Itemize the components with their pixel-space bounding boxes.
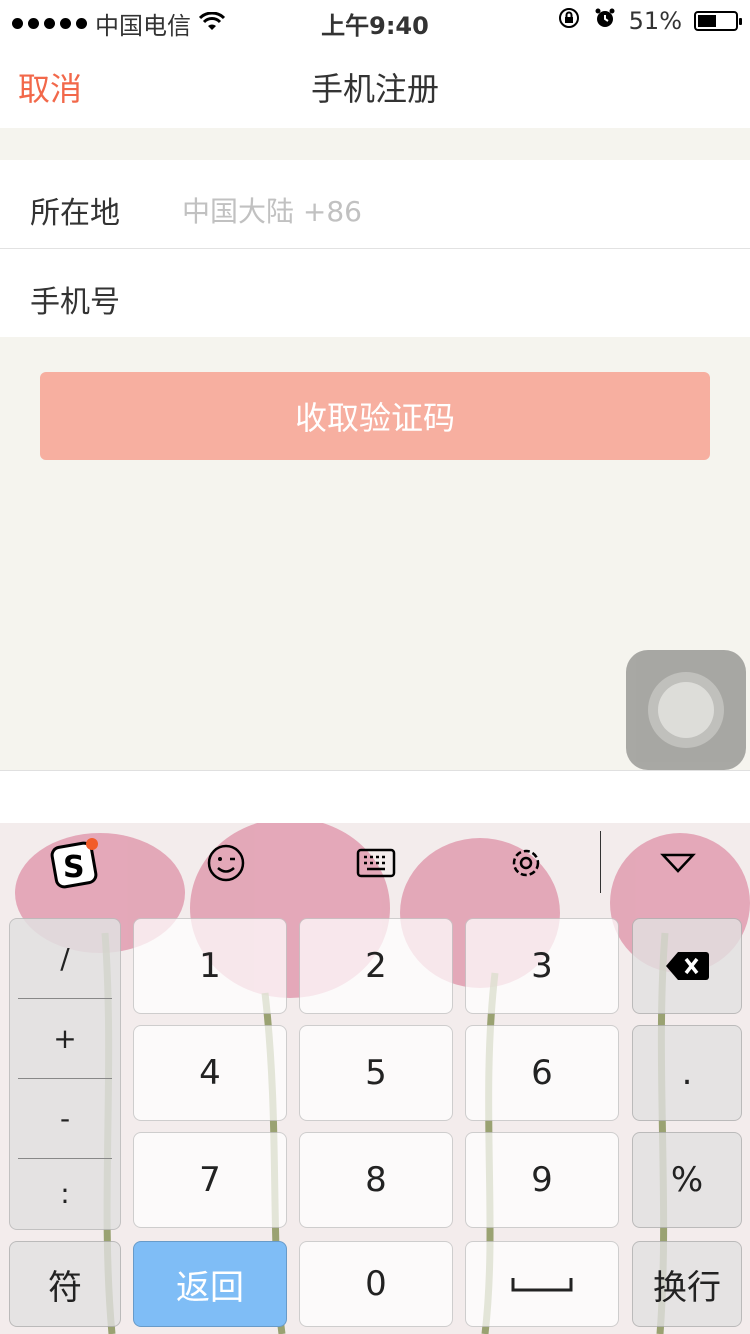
space-key[interactable]	[465, 1241, 619, 1327]
registration-form: 所在地 中国大陆 +86 手机号	[0, 160, 750, 337]
toolbar-separator	[600, 831, 601, 893]
key-plus[interactable]: +	[10, 999, 120, 1077]
key-2[interactable]: 2	[299, 918, 453, 1014]
rotation-lock-icon	[557, 6, 581, 36]
key-7[interactable]: 7	[133, 1132, 287, 1228]
key-9[interactable]: 9	[465, 1132, 619, 1228]
emoji-icon[interactable]	[200, 841, 252, 885]
sogou-logo-icon[interactable]: S	[50, 838, 102, 889]
alarm-icon	[593, 6, 617, 36]
key-colon[interactable]: :	[10, 1154, 120, 1232]
key-0[interactable]: 0	[299, 1241, 453, 1327]
keyboard-toolbar: S	[0, 823, 750, 903]
keyboard-top-band	[0, 770, 750, 824]
battery-icon	[694, 11, 742, 31]
space-bar-icon	[511, 1278, 573, 1292]
key-dot[interactable]: .	[632, 1025, 742, 1121]
key-4[interactable]: 4	[133, 1025, 287, 1121]
svg-text:S: S	[63, 850, 85, 885]
backspace-button[interactable]	[632, 918, 742, 1014]
key-5[interactable]: 5	[299, 1025, 453, 1121]
page-title: 手机注册	[310, 70, 439, 108]
key-percent[interactable]: %	[632, 1132, 742, 1228]
collapse-keyboard-icon[interactable]	[652, 841, 704, 885]
keyboard-icon[interactable]	[350, 841, 402, 885]
newline-key[interactable]: 换行	[632, 1241, 742, 1327]
key-slash[interactable]: /	[10, 919, 120, 997]
assistive-touch-button[interactable]	[626, 650, 746, 770]
nav-bar: 取消 手机注册	[0, 40, 750, 128]
location-label: 所在地	[30, 196, 120, 231]
symbols-column: / + - :	[9, 918, 121, 1230]
settings-gear-icon[interactable]	[500, 841, 552, 885]
key-8[interactable]: 8	[299, 1132, 453, 1228]
location-value[interactable]: 中国大陆 +86	[182, 190, 362, 230]
backspace-icon	[666, 952, 709, 980]
return-key[interactable]: 返回	[133, 1241, 287, 1327]
key-6[interactable]: 6	[465, 1025, 619, 1121]
phone-label: 手机号	[30, 285, 120, 320]
key-1[interactable]: 1	[133, 918, 287, 1014]
symbols-key[interactable]: 符	[9, 1241, 121, 1327]
battery-percent: 51%	[628, 7, 682, 35]
get-verification-code-button[interactable]: 收取验证码	[40, 372, 710, 460]
key-3[interactable]: 3	[465, 918, 619, 1014]
assistive-touch-core	[658, 682, 714, 738]
phone-row[interactable]: 手机号	[0, 249, 750, 337]
location-row[interactable]: 所在地 中国大陆 +86	[0, 160, 750, 249]
status-bar: 中国电信 上午9:40 51%	[0, 0, 750, 40]
keyboard: S / + - : 1 2 3 4 5 6 . 7 8 9 % 符 返回 0 换…	[0, 823, 750, 1334]
key-minus[interactable]: -	[10, 1079, 120, 1157]
